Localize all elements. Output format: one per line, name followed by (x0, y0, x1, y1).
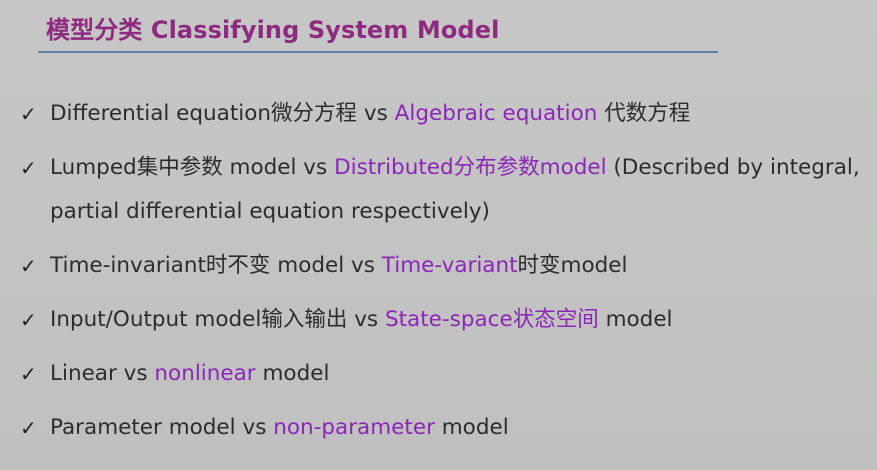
check-icon: ✓ (20, 362, 37, 386)
check-icon: ✓ (20, 156, 37, 180)
item-text: Parameter model vs non-parameter model (50, 406, 875, 450)
item-text-plain: model (598, 307, 673, 332)
list-item: ✓ Lumped集中参数 model vs Distributed分布参数mod… (20, 146, 875, 234)
check-icon: ✓ (20, 416, 37, 440)
check-icon: ✓ (20, 308, 37, 332)
item-text-plain: model (434, 415, 509, 440)
item-text-plain: Linear vs (50, 361, 155, 386)
item-text-plain: Lumped集中参数 model vs (50, 155, 335, 180)
list-item: ✓ Linear vs nonlinear model (20, 352, 875, 396)
item-text-highlight: State-space状态空间 (384, 307, 599, 332)
list-item: ✓ Input/Output model输入输出 vs State-space状… (20, 298, 875, 342)
item-text-highlight: Time-variant (381, 253, 518, 278)
check-icon: ✓ (20, 254, 37, 278)
item-text-plain: 代数方程 (597, 101, 691, 126)
check-icon: ✓ (20, 102, 37, 126)
slide-title: 模型分类 Classifying System Model (46, 16, 500, 44)
item-text: Differential equation微分方程 vs Algebraic e… (50, 92, 875, 136)
item-text-plain: Differential equation微分方程 vs (50, 101, 395, 126)
item-text-plain: Time-invariant时不变 model vs (50, 253, 382, 278)
item-text: Input/Output model输入输出 vs State-space状态空… (50, 298, 875, 342)
title-underline (38, 51, 718, 53)
item-text-highlight: Algebraic equation (394, 101, 598, 126)
item-text-plain: Input/Output model输入输出 vs (50, 307, 385, 332)
list-item: ✓ Time-invariant时不变 model vs Time-varian… (20, 244, 875, 288)
bullet-list: ✓ Differential equation微分方程 vs Algebraic… (20, 92, 875, 460)
item-text-highlight: nonlinear (154, 361, 256, 386)
item-text: Lumped集中参数 model vs Distributed分布参数model… (50, 146, 875, 234)
slide: 模型分类 Classifying System Model ✓ Differen… (0, 0, 877, 470)
item-text-highlight: non-parameter (273, 415, 435, 440)
item-text-highlight: Distributed分布参数model (334, 155, 607, 180)
item-text-plain: 时变model (517, 253, 628, 278)
list-item: ✓ Parameter model vs non-parameter model (20, 406, 875, 450)
list-item: ✓ Differential equation微分方程 vs Algebraic… (20, 92, 875, 136)
item-text: Time-invariant时不变 model vs Time-variant时… (50, 244, 875, 288)
item-text: Linear vs nonlinear model (50, 352, 875, 396)
item-text-plain: model (255, 361, 330, 386)
item-text-plain: Parameter model vs (50, 415, 274, 440)
